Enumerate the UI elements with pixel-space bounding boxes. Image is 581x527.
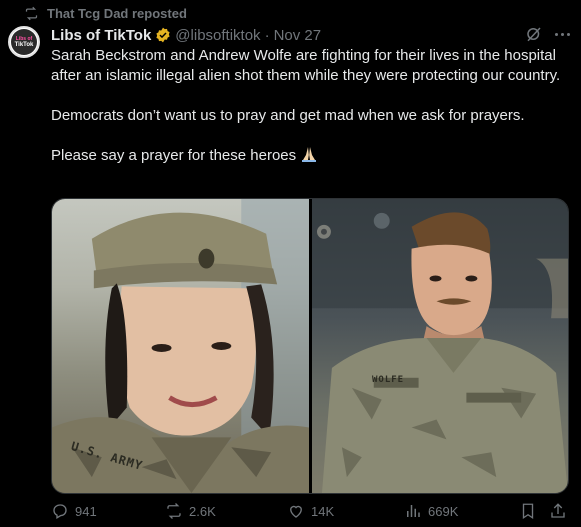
separator: · xyxy=(264,26,270,44)
avatar[interactable]: Libs of TikTok xyxy=(8,26,40,58)
tweet-paragraph: Please say a prayer for these heroes xyxy=(51,146,571,166)
bookmark-button[interactable] xyxy=(519,502,537,520)
bookmark-icon xyxy=(522,503,534,520)
tweet-header: Libs of TikTok @libsoftiktok · Nov 27 xyxy=(51,24,321,46)
author-handle[interactable]: @libsoftiktok xyxy=(175,27,260,44)
reply-count: 941 xyxy=(75,503,97,519)
more-options-icon[interactable] xyxy=(555,27,573,41)
photo-andrew[interactable]: WOLFE xyxy=(312,199,568,493)
repost-icon xyxy=(167,503,181,519)
heart-icon xyxy=(290,505,302,518)
views-button[interactable]: 669K xyxy=(404,502,458,520)
tweet-text: Sarah Beckstrom and Andrew Wolfe are fig… xyxy=(51,46,571,186)
views-icon xyxy=(407,505,420,517)
grok-icon[interactable] xyxy=(525,25,543,43)
tweet-date[interactable]: Nov 27 xyxy=(274,27,322,44)
reply-icon xyxy=(53,504,67,519)
repost-button[interactable]: 2.6K xyxy=(165,502,216,520)
action-bar: 941 2.6K 14K 669K xyxy=(51,501,571,521)
soldier-photo-right xyxy=(312,199,568,493)
photo-sarah[interactable]: U.S. ARMY xyxy=(52,199,309,493)
folded-hands-icon xyxy=(302,147,317,162)
views-count: 669K xyxy=(428,503,459,519)
reply-button[interactable]: 941 xyxy=(51,502,97,520)
repost-count: 2.6K xyxy=(189,503,216,519)
tweet-paragraph: Sarah Beckstrom and Andrew Wolfe are fig… xyxy=(51,47,561,84)
repost-text: That Tcg Dad reposted xyxy=(47,5,187,21)
repost-indicator[interactable]: That Tcg Dad reposted xyxy=(24,4,187,22)
author-name[interactable]: Libs of TikTok xyxy=(51,27,151,44)
media-container[interactable]: U.S. ARMY WOLFE xyxy=(51,198,569,494)
like-count: 14K xyxy=(311,503,335,519)
verified-badge-icon[interactable] xyxy=(155,27,171,43)
avatar-logo: Libs of TikTok xyxy=(11,29,37,55)
tweet-paragraph: Democrats don’t want us to pray and get … xyxy=(51,107,525,124)
name-tape-wolfe: WOLFE xyxy=(372,375,405,385)
repost-icon xyxy=(25,6,38,20)
share-icon xyxy=(551,503,565,518)
share-button[interactable] xyxy=(549,502,567,520)
like-button[interactable]: 14K xyxy=(287,502,334,520)
